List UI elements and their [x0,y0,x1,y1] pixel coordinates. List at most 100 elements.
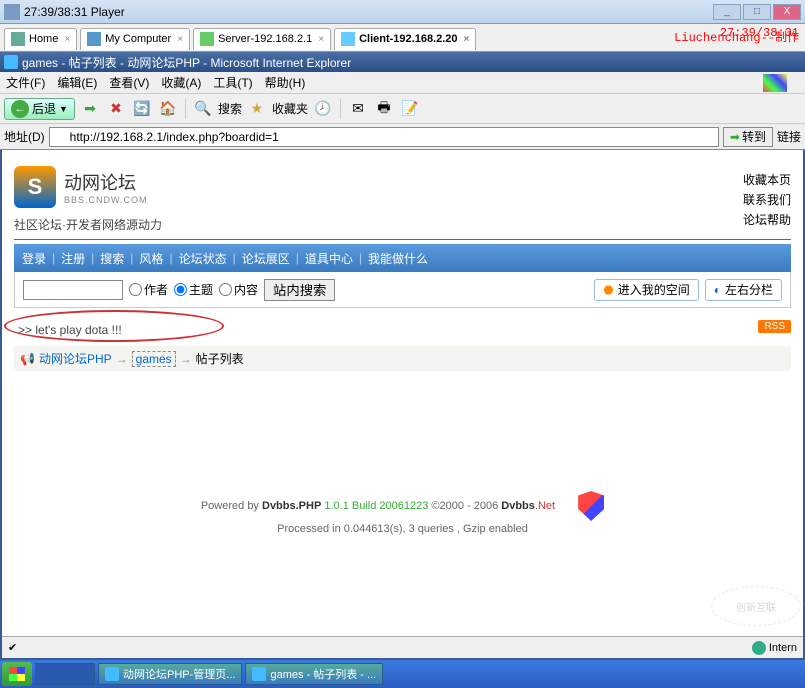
bc-board[interactable]: games [132,351,176,367]
search-icon[interactable]: 🔍 [192,98,214,120]
windows-taskbar: 动网论坛PHP-管理页... games - 帖子列表 - ... [0,660,805,688]
radio-content[interactable]: 内容 [219,281,258,298]
minimize-button[interactable]: _ [713,4,741,20]
tab-mycomputer[interactable]: My Computer× [80,28,190,50]
nav-what[interactable]: 我能做什么 [368,250,428,267]
forward-button[interactable]: ➡ [79,98,101,120]
close-icon[interactable]: × [64,34,70,45]
nav-showcase[interactable]: 论坛展区 [242,250,290,267]
back-arrow-icon: ← [11,100,29,118]
search-input[interactable] [23,280,123,300]
close-button[interactable]: X [773,4,801,20]
computer-icon [87,32,101,46]
nav-login[interactable]: 登录 [22,250,46,267]
menu-tools[interactable]: 工具(T) [213,74,252,91]
zone-label: Intern [769,642,797,654]
forum-logo-text: 动网论坛 [64,169,148,195]
tab-server[interactable]: Server-192.168.2.1× [193,28,331,50]
mail-button[interactable]: ✉ [347,98,369,120]
browser-viewport: S 动网论坛 BBS.CNDW.COM 社区论坛·开发者网络源动力 收藏本页 联… [0,150,805,660]
ie-window-title: games - 帖子列表 - 动网论坛PHP - Microsoft Inter… [0,52,805,72]
print-button[interactable]: 🖶 [373,98,395,120]
separator [185,99,186,119]
nav-search[interactable]: 搜索 [100,250,124,267]
menu-view[interactable]: 查看(V) [109,74,149,91]
go-button[interactable]: ➡转到 [723,127,773,147]
stop-button[interactable]: ✖ [105,98,127,120]
myspace-button[interactable]: ⬣进入我的空间 [594,279,699,301]
forum-navbar: 登录| 注册| 搜索| 风格| 论坛状态| 论坛展区| 道具中心| 我能做什么 [14,244,791,272]
shield-icon [578,491,604,521]
favorites-icon[interactable]: ★ [246,98,268,120]
ie-menubar: 文件(F) 编辑(E) 查看(V) 收藏(A) 工具(T) 帮助(H) [0,72,805,94]
space-icon: ⬣ [603,283,613,297]
close-icon[interactable]: × [177,34,183,45]
close-icon[interactable]: × [318,34,324,45]
search-row: 作者 主题 内容 站内搜索 ⬣进入我的空间 ◐左右分栏 [14,272,791,308]
bc-root[interactable]: 动网论坛PHP [39,350,112,367]
forum-footer: Powered by Dvbbs.PHP 1.0.1 Build 2006122… [14,491,791,537]
breadcrumb: 📢 动网论坛PHP → games → 帖子列表 [14,346,791,371]
home-button[interactable]: 🏠 [157,98,179,120]
ie-icon [252,667,266,681]
nav-register[interactable]: 注册 [61,250,85,267]
link-help[interactable]: 论坛帮助 [743,210,791,230]
nav-status[interactable]: 论坛状态 [179,250,227,267]
start-button[interactable] [2,662,32,686]
status-done-icon: ✔ [8,641,17,654]
favorites-label[interactable]: 收藏夹 [272,100,308,117]
announcement-text[interactable]: >> let's play dota !!! [18,323,122,337]
link-contact[interactable]: 联系我们 [743,190,791,210]
separator [340,99,341,119]
app-icon [4,4,20,20]
side-links: 收藏本页 联系我们 论坛帮助 [743,170,791,230]
ie-icon [105,667,119,681]
quicklaunch[interactable] [35,663,95,685]
ie-icon [4,55,18,69]
menu-edit[interactable]: 编辑(E) [57,74,97,91]
search-button[interactable]: 站内搜索 [264,279,335,301]
player-title: 27:39/38:31 Player [24,5,711,19]
nav-style[interactable]: 风格 [139,250,163,267]
globe-icon [752,641,766,655]
client-icon [341,32,355,46]
back-button[interactable]: ←后退▼ [4,98,75,120]
tab-home[interactable]: Home× [4,28,77,50]
url-input[interactable] [49,127,719,147]
radio-topic[interactable]: 主题 [174,281,213,298]
forum-logo-icon: S [14,166,56,208]
split-icon: ◐ [714,283,721,297]
links-label[interactable]: 链接 [777,128,801,145]
forum-logo-subtext: BBS.CNDW.COM [64,195,148,205]
edit-button[interactable]: 📝 [399,98,421,120]
ie-logo-icon [763,74,787,92]
search-label[interactable]: 搜索 [218,100,242,117]
history-button[interactable]: 🕗 [312,98,334,120]
close-icon[interactable]: × [464,34,470,45]
maximize-button[interactable]: □ [743,4,771,20]
forum-slogan: 社区论坛·开发者网络源动力 [14,216,162,233]
link-bookmark[interactable]: 收藏本页 [743,170,791,190]
refresh-button[interactable]: 🔄 [131,98,153,120]
menu-help[interactable]: 帮助(H) [265,74,306,91]
author-overlay: Liuchenchang--制作 [674,28,799,45]
taskbar-item-games[interactable]: games - 帖子列表 - ... [245,663,383,685]
server-icon [200,32,214,46]
forum-header: S 动网论坛 BBS.CNDW.COM 社区论坛·开发者网络源动力 收藏本页 联… [14,166,791,240]
taskbar-item-admin[interactable]: 动网论坛PHP-管理页... [98,663,242,685]
ie-toolbar: ←后退▼ ➡ ✖ 🔄 🏠 🔍 搜索 ★ 收藏夹 🕗 ✉ 🖶 📝 [0,94,805,124]
nav-items[interactable]: 道具中心 [305,250,353,267]
menu-favorites[interactable]: 收藏(A) [161,74,201,91]
player-titlebar: 27:39/38:31 Player _ □ X [0,0,805,24]
ie-statusbar: ✔ Intern [2,636,803,658]
rss-button[interactable]: RSS [758,320,791,333]
announcement-row: >> let's play dota !!! RSS [14,320,791,340]
split-button[interactable]: ◐左右分栏 [705,279,782,301]
menu-file[interactable]: 文件(F) [6,74,45,91]
tab-client[interactable]: Client-192.168.2.20× [334,28,476,50]
address-label: 地址(D) [4,128,45,145]
ie-addressbar: 地址(D) ➡转到 链接 [0,124,805,150]
home-icon [11,32,25,46]
radio-author[interactable]: 作者 [129,281,168,298]
bc-leaf: 帖子列表 [196,350,244,367]
